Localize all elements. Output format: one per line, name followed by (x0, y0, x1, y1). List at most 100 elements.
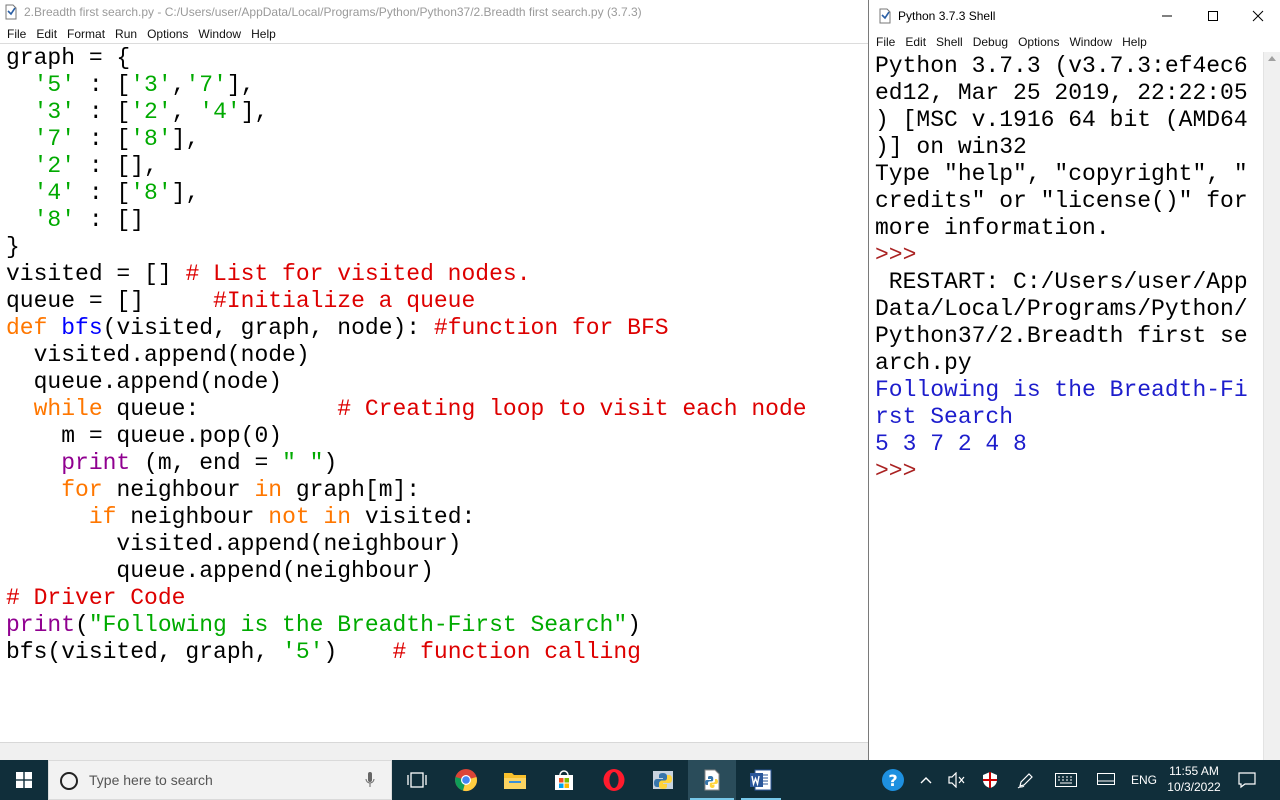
editor-menu-window[interactable]: Window (193, 27, 246, 41)
shell-menu-help[interactable]: Help (1117, 35, 1152, 49)
help-tray-button[interactable]: ? (876, 760, 910, 800)
shell-line: Python 3.7.3 (v3.7.3:ef4ec6 (875, 53, 1248, 79)
shell-window: Python 3.7.3 Shell File Edit Shell Debug Opt… (868, 0, 1280, 760)
taskbar: Type here to search ? ENG 11:55 AM 10/3/… (0, 760, 1280, 800)
shell-title: Python 3.7.3 Shell (898, 9, 996, 23)
shell-line: more information. (875, 215, 1110, 241)
pen-tray-button[interactable] (1010, 760, 1042, 800)
code-line: '4' : ['8'], (33, 180, 200, 206)
idle-shell-icon (879, 8, 891, 24)
svg-text:?: ? (888, 771, 897, 790)
code-line: while queue: # Creating loop to visit ea… (33, 396, 807, 422)
taskbar-idle[interactable] (688, 760, 736, 800)
close-button[interactable] (1235, 0, 1280, 32)
volume-button[interactable] (942, 760, 972, 800)
store-icon (555, 770, 573, 790)
search-icon (60, 772, 78, 790)
scroll-up-icon[interactable] (1268, 56, 1276, 61)
code-line: '2' : [], (33, 153, 158, 179)
action-center-button[interactable] (1232, 760, 1262, 800)
code-line: bfs(visited, graph, '5') # function call… (6, 639, 641, 665)
editor-menu-file[interactable]: File (0, 27, 31, 41)
code-line: queue = [] #Initialize a queue (6, 288, 476, 314)
code-line: print (m, end = " ") (61, 450, 338, 476)
minimize-button[interactable] (1144, 0, 1190, 32)
shell-menu-debug[interactable]: Debug (968, 35, 1013, 49)
shell-menu-shell[interactable]: Shell (931, 35, 968, 49)
shell-line: ed12, Mar 25 2019, 22:22:05 (875, 80, 1248, 106)
editor-menu-options[interactable]: Options (142, 27, 193, 41)
editor-menu-format[interactable]: Format (62, 27, 110, 41)
opera-icon (603, 769, 625, 791)
shell-menu-edit[interactable]: Edit (900, 35, 931, 49)
display-tray-button[interactable] (1090, 760, 1122, 800)
clock[interactable]: 11:55 AM 10/3/2022 (1162, 763, 1226, 795)
maximize-icon (1208, 11, 1218, 21)
taskbar-python[interactable] (639, 760, 687, 800)
clock-time: 11:55 AM (1169, 764, 1219, 778)
shell-line: >>> (875, 458, 931, 484)
shell-line: >>> (875, 242, 931, 268)
taskbar-file-explorer[interactable] (491, 760, 539, 800)
code-line: graph = { (6, 45, 131, 71)
volume-muted-icon (948, 772, 965, 788)
clock-date: 10/3/2022 (1167, 780, 1221, 794)
file-explorer-icon (504, 773, 526, 789)
shield-icon (983, 772, 997, 788)
microphone-icon[interactable] (365, 772, 375, 788)
idle-file-icon (5, 4, 17, 20)
shell-menu-file[interactable]: File (869, 35, 900, 49)
close-icon (1252, 10, 1264, 22)
shell-line: ) [MSC v.1916 64 bit (AMD64 (875, 107, 1248, 133)
touch-keyboard-button[interactable] (1048, 760, 1084, 800)
shell-line: 5 3 7 2 4 8 (875, 431, 1027, 457)
python-icon (653, 771, 673, 789)
show-hidden-icons-button[interactable] (912, 760, 940, 800)
chevron-up-icon (920, 777, 932, 784)
code-line: queue.append(node) (6, 369, 283, 395)
taskbar-opera[interactable] (590, 760, 638, 800)
code-line: m = queue.pop(0) (6, 423, 283, 449)
shell-titlebar[interactable]: Python 3.7.3 Shell (869, 0, 1280, 32)
shell-line: Type "help", "copyright", " (875, 161, 1248, 187)
taskbar-chrome[interactable] (442, 760, 490, 800)
shell-line: )] on win32 (875, 134, 1027, 160)
language-indicator[interactable]: ENG (1126, 760, 1162, 800)
start-button[interactable] (0, 760, 48, 800)
code-line: for neighbour in graph[m]: (61, 477, 421, 503)
shell-line: Following is the Breadth-Fi (875, 377, 1248, 403)
search-placeholder: Type here to search (89, 772, 213, 788)
security-tray-button[interactable] (975, 760, 1005, 800)
taskbar-search-box[interactable]: Type here to search (48, 760, 392, 800)
code-line: visited.append(node) (6, 342, 310, 368)
code-editor[interactable]: graph = { '5' : ['3','7'], '3' : ['2', '… (6, 45, 864, 666)
windows-icon (16, 772, 32, 788)
maximize-button[interactable] (1190, 0, 1236, 32)
task-view-button[interactable] (394, 760, 440, 800)
shell-output[interactable]: Python 3.7.3 (v3.7.3:ef4ec6 ed12, Mar 25 … (875, 53, 1259, 485)
shell-menu-window[interactable]: Window (1064, 35, 1117, 49)
chrome-icon (455, 769, 477, 791)
editor-titlebar[interactable]: 2.Breadth first search.py - C:/Users/use… (0, 0, 868, 24)
code-line: def bfs(visited, graph, node): #function… (6, 315, 669, 341)
code-line: visited = [] # List for visited nodes. (6, 261, 531, 287)
code-line: print("Following is the Breadth-First Se… (6, 612, 641, 638)
editor-menu-help[interactable]: Help (246, 27, 281, 41)
code-line: queue.append(neighbour) (6, 558, 434, 584)
shell-vertical-scrollbar[interactable] (1263, 52, 1280, 760)
word-icon (750, 769, 772, 791)
taskbar-word[interactable] (737, 760, 785, 800)
help-icon: ? (882, 769, 904, 791)
pen-icon (1017, 773, 1033, 789)
taskbar-store[interactable] (540, 760, 588, 800)
minimize-icon (1162, 15, 1172, 17)
code-line: visited.append(neighbour) (6, 531, 462, 557)
code-line: } (6, 234, 20, 260)
shell-menu-options[interactable]: Options (1013, 35, 1064, 49)
shell-line: Data/Local/Programs/Python/ (875, 296, 1248, 322)
editor-menu-run[interactable]: Run (110, 27, 142, 41)
editor-window: 2.Breadth first search.py - C:/Users/use… (0, 0, 868, 760)
editor-menu-edit[interactable]: Edit (31, 27, 62, 41)
editor-horizontal-scrollbar[interactable] (0, 742, 868, 760)
shell-line: credits" or "license()" for (875, 188, 1248, 214)
